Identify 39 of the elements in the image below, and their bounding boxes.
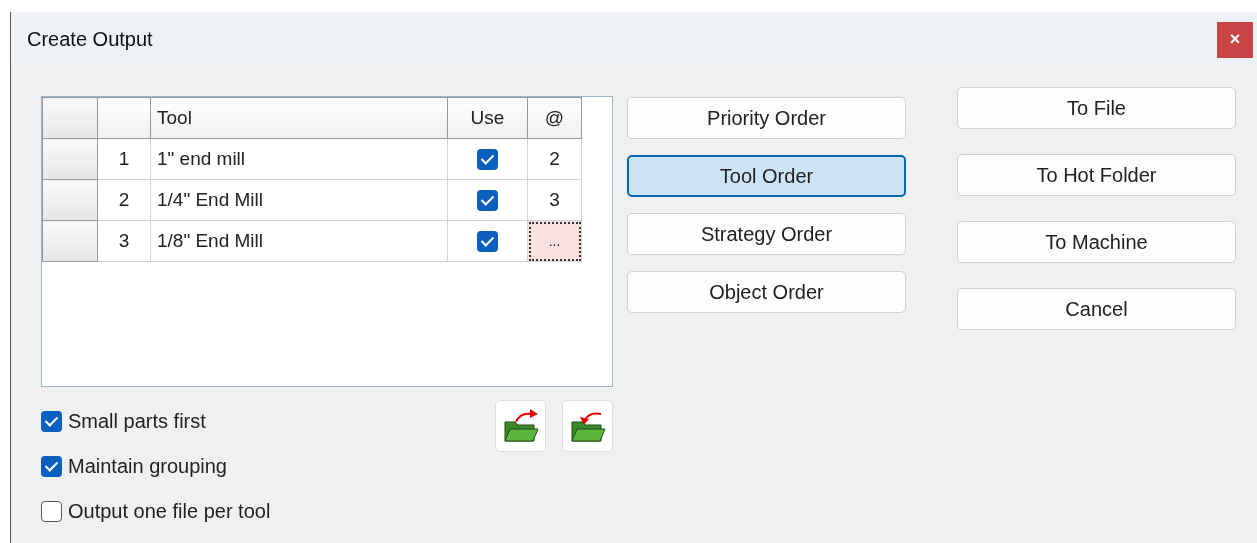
window-title: Create Output (27, 28, 153, 51)
checkbox-label[interactable]: Maintain grouping (68, 455, 227, 478)
column-header[interactable]: Use (447, 97, 528, 139)
folder-arrow-icon (501, 408, 540, 444)
close-button[interactable]: × (1217, 21, 1253, 58)
checkbox-label[interactable]: Small parts first (68, 410, 206, 433)
folder-button[interactable] (562, 400, 613, 452)
checkbox[interactable] (41, 501, 62, 522)
checkbox-label[interactable]: Output one file per tool (68, 500, 271, 523)
table-cell[interactable]: 3 (527, 179, 582, 221)
checkbox[interactable] (41, 456, 62, 477)
output-button[interactable]: To Hot Folder (957, 154, 1236, 196)
table-cell[interactable]: ... (527, 220, 582, 262)
order-button[interactable]: Tool Order (627, 155, 906, 197)
folder-button[interactable] (495, 400, 546, 452)
table-cell: 1 (97, 138, 151, 180)
row-header[interactable] (42, 138, 98, 180)
table-cell: 3 (97, 220, 151, 262)
column-header (97, 97, 151, 139)
table-cell: 1" end mill (150, 138, 448, 180)
cancel-button[interactable]: Cancel (957, 288, 1236, 330)
checkbox[interactable] (41, 411, 62, 432)
output-button[interactable]: To File (957, 87, 1236, 129)
corner-header (42, 97, 98, 139)
order-button[interactable]: Strategy Order (627, 213, 906, 255)
table-cell: 2 (97, 179, 151, 221)
table-cell: 1/4" End Mill (150, 179, 448, 221)
checkbox[interactable] (477, 231, 498, 253)
checkbox[interactable] (477, 190, 498, 212)
order-button[interactable]: Priority Order (627, 97, 906, 139)
table-cell: 1/8" End Mill (150, 220, 448, 262)
column-header[interactable]: @ (527, 97, 582, 139)
column-header[interactable]: Tool (150, 97, 448, 139)
checkbox[interactable] (477, 149, 498, 171)
output-button[interactable]: To Machine (957, 221, 1236, 263)
row-header[interactable] (42, 179, 98, 221)
order-button[interactable]: Object Order (627, 271, 906, 313)
row-header[interactable] (42, 220, 98, 262)
table-cell[interactable]: 2 (527, 138, 582, 180)
